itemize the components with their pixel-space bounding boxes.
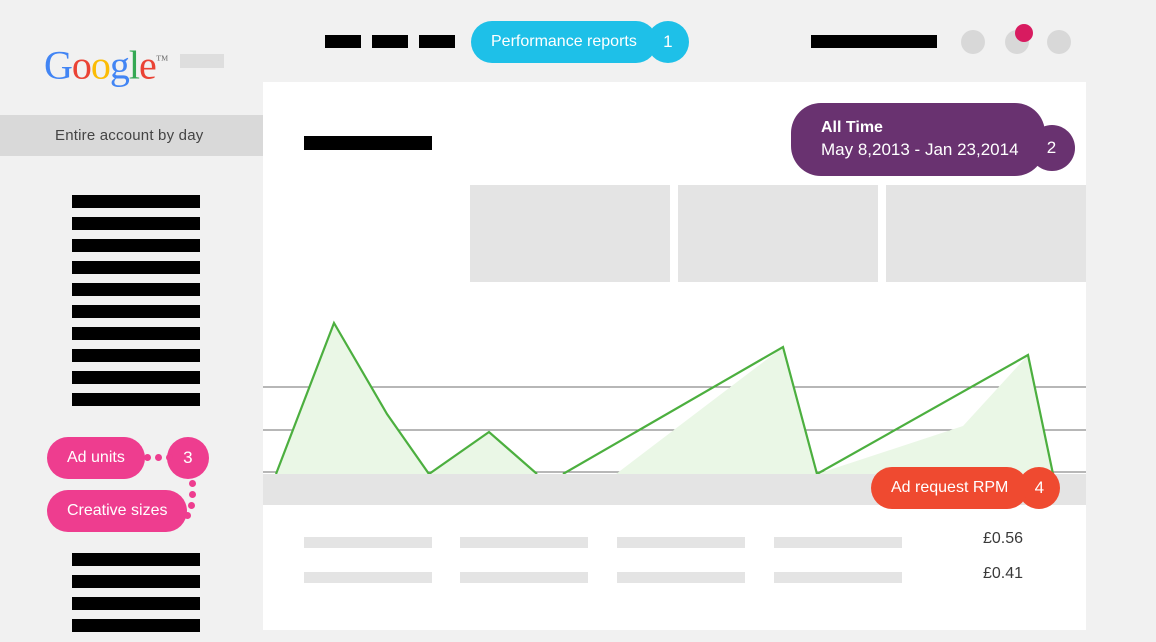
annotation-performance-reports[interactable]: Performance reports 1 bbox=[471, 21, 689, 63]
annotation-date-range[interactable]: All Time May 8,2013 - Jan 23,2014 2 bbox=[791, 103, 1075, 176]
sidebar-item-placeholder[interactable] bbox=[72, 261, 200, 274]
stat-card-placeholder-1[interactable] bbox=[470, 185, 670, 282]
report-table: £0.56 £0.41 bbox=[263, 527, 1086, 597]
table-row[interactable]: £0.41 bbox=[263, 562, 1086, 597]
app-root: Google™ Performance reports 1 Entire acc… bbox=[0, 0, 1156, 642]
table-cell-placeholder bbox=[774, 537, 902, 548]
sidebar-section-header[interactable]: Entire account by day bbox=[0, 115, 263, 156]
ad-request-rpm-label[interactable]: Ad request RPM bbox=[871, 467, 1029, 509]
sidebar-section-label: Entire account by day bbox=[55, 127, 204, 144]
nav-item-placeholder-1[interactable] bbox=[325, 35, 361, 48]
performance-reports-label[interactable]: Performance reports bbox=[471, 21, 657, 63]
sidebar-item-list-bottom bbox=[72, 553, 200, 641]
nav-item-placeholder-2[interactable] bbox=[372, 35, 408, 48]
logo-trademark: ™ bbox=[155, 52, 169, 67]
page-title-placeholder bbox=[304, 136, 432, 150]
table-cell-value: £0.41 bbox=[982, 565, 1023, 582]
sidebar-item-placeholder[interactable] bbox=[72, 371, 200, 384]
annotation-creative-sizes[interactable]: Creative sizes bbox=[47, 490, 188, 532]
table-cell-placeholder bbox=[774, 572, 902, 583]
account-name-placeholder bbox=[811, 35, 937, 48]
table-cell-placeholder bbox=[617, 572, 745, 583]
logo-letter-o2: o bbox=[90, 42, 111, 88]
sidebar-item-placeholder[interactable] bbox=[72, 393, 200, 406]
table-cell-placeholder bbox=[460, 537, 588, 548]
sidebar-item-placeholder[interactable] bbox=[72, 217, 200, 230]
logo-letter-g1: G bbox=[44, 42, 73, 88]
date-range-value: May 8,2013 - Jan 23,2014 bbox=[821, 139, 1019, 159]
sidebar-item-placeholder[interactable] bbox=[72, 575, 200, 588]
sidebar-item-placeholder[interactable] bbox=[72, 195, 200, 208]
sidebar-item-placeholder[interactable] bbox=[72, 349, 200, 362]
table-cell-placeholder bbox=[460, 572, 588, 583]
header-icon-1[interactable] bbox=[961, 30, 985, 54]
logo-letter-o1: o bbox=[71, 42, 92, 88]
table-cell-placeholder bbox=[304, 537, 432, 548]
annotation-ad-request-rpm[interactable]: Ad request RPM 4 bbox=[871, 467, 1061, 509]
ad-units-label[interactable]: Ad units bbox=[47, 437, 145, 479]
notification-badge-dot bbox=[1015, 24, 1033, 42]
header-icon-account-avatar[interactable] bbox=[1047, 30, 1071, 54]
sidebar-item-placeholder[interactable] bbox=[72, 327, 200, 340]
sidebar-item-placeholder[interactable] bbox=[72, 553, 200, 566]
logo-letter-l: l bbox=[128, 42, 140, 88]
google-logo[interactable]: Google™ bbox=[44, 40, 169, 85]
product-name-placeholder bbox=[180, 54, 224, 68]
sidebar-item-placeholder[interactable] bbox=[72, 619, 200, 632]
date-range-pill[interactable]: All Time May 8,2013 - Jan 23,2014 bbox=[791, 103, 1045, 176]
sidebar-item-list-top bbox=[72, 195, 200, 415]
creative-sizes-label[interactable]: Creative sizes bbox=[47, 490, 188, 532]
performance-area-chart[interactable] bbox=[263, 297, 1086, 474]
sidebar-item-placeholder[interactable] bbox=[72, 597, 200, 610]
stat-card-placeholder-3[interactable] bbox=[886, 185, 1086, 282]
logo-letter-g2: g bbox=[109, 42, 130, 88]
logo-letter-e: e bbox=[139, 42, 157, 88]
sidebar-item-placeholder[interactable] bbox=[72, 239, 200, 252]
nav-item-placeholder-3[interactable] bbox=[419, 35, 455, 48]
chart-series-area bbox=[274, 320, 1086, 474]
table-cell-placeholder bbox=[617, 537, 745, 548]
table-cell-value: £0.56 bbox=[982, 530, 1023, 547]
sidebar-item-placeholder[interactable] bbox=[72, 305, 200, 318]
sidebar-item-placeholder[interactable] bbox=[72, 283, 200, 296]
date-range-title: All Time bbox=[821, 119, 883, 137]
annotation-ad-units[interactable]: Ad units 3 bbox=[47, 437, 209, 479]
stat-card-placeholder-2[interactable] bbox=[678, 185, 878, 282]
table-row[interactable]: £0.56 bbox=[263, 527, 1086, 562]
annotation-connector-dots-horizontal bbox=[144, 454, 176, 462]
chart-svg bbox=[263, 320, 1086, 474]
table-cell-placeholder bbox=[304, 572, 432, 583]
